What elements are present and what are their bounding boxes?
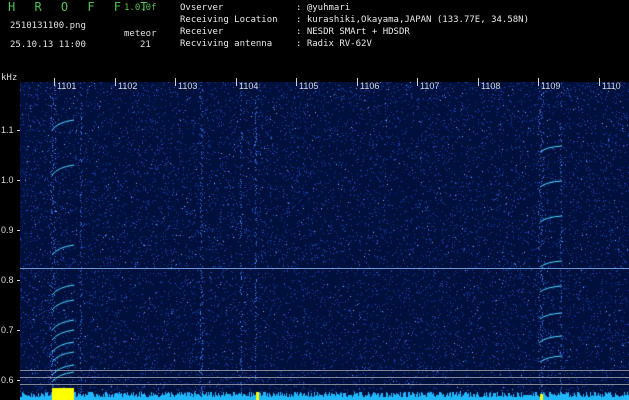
info-key-location: Receiving Location bbox=[180, 15, 278, 25]
info-value-location: : kurashiki,Okayama,JAPAN (133.77E, 34.5… bbox=[296, 15, 529, 25]
y-axis-unit: kHz bbox=[1, 73, 18, 83]
y-tick bbox=[17, 380, 20, 381]
x-label-1110: 1110 bbox=[602, 81, 621, 91]
info-value-observer: : @yuhmari bbox=[296, 3, 351, 13]
info-key-antenna: Recviving antenna bbox=[180, 39, 273, 49]
filename-label: 2510131100.png bbox=[10, 21, 86, 31]
x-label-1108: 1108 bbox=[481, 81, 501, 91]
y-tick bbox=[17, 180, 20, 181]
y-tick bbox=[17, 330, 20, 331]
x-tick bbox=[115, 78, 116, 86]
info-key-receiver: Receiver bbox=[180, 27, 224, 37]
y-tick bbox=[17, 230, 20, 231]
y-tick bbox=[17, 130, 20, 131]
x-tick bbox=[478, 78, 479, 86]
reference-line bbox=[20, 370, 629, 371]
x-label-1101: 1101 bbox=[57, 81, 77, 91]
y-label-0.8: 0.8 bbox=[1, 275, 14, 285]
header-panel: H R O F F T 1.0.0f 2510131100.png 25.10.… bbox=[0, 0, 629, 83]
spectrogram-canvas bbox=[20, 82, 629, 400]
spectrogram-plot bbox=[20, 82, 629, 400]
x-tick bbox=[296, 78, 297, 86]
reference-line bbox=[20, 377, 629, 378]
y-label-0.9: 0.9 bbox=[1, 225, 14, 235]
meteor-count: 21 bbox=[140, 40, 151, 50]
reference-line bbox=[20, 384, 629, 385]
x-label-1103: 1103 bbox=[178, 81, 198, 91]
timestamp-label: 25.10.13 11:00 bbox=[10, 40, 86, 50]
y-tick bbox=[17, 280, 20, 281]
x-label-1107: 1107 bbox=[420, 81, 440, 91]
y-label-1.0: 1.0 bbox=[1, 175, 14, 185]
x-label-1102: 1102 bbox=[118, 81, 138, 91]
x-label-1106: 1106 bbox=[360, 81, 380, 91]
x-tick bbox=[599, 78, 600, 86]
x-tick bbox=[175, 78, 176, 86]
x-tick bbox=[236, 78, 237, 86]
x-tick bbox=[54, 78, 55, 86]
info-value-antenna: : Radix RV-62V bbox=[296, 39, 372, 49]
info-key-observer: Ovserver bbox=[180, 3, 224, 13]
info-value-receiver: : NESDR SMArt + HDSDR bbox=[296, 27, 410, 37]
x-tick bbox=[417, 78, 418, 86]
carrier-line bbox=[20, 268, 629, 269]
x-tick bbox=[538, 78, 539, 86]
meteor-label: meteor bbox=[124, 29, 157, 39]
x-label-1105: 1105 bbox=[299, 81, 319, 91]
y-label-0.7: 0.7 bbox=[1, 325, 14, 335]
x-label-1104: 1104 bbox=[239, 81, 259, 91]
y-label-1.1: 1.1 bbox=[1, 125, 14, 135]
version-label: 1.0.0f bbox=[124, 3, 157, 13]
y-label-0.6: 0.6 bbox=[1, 375, 14, 385]
x-tick bbox=[357, 78, 358, 86]
x-label-1109: 1109 bbox=[541, 81, 561, 91]
